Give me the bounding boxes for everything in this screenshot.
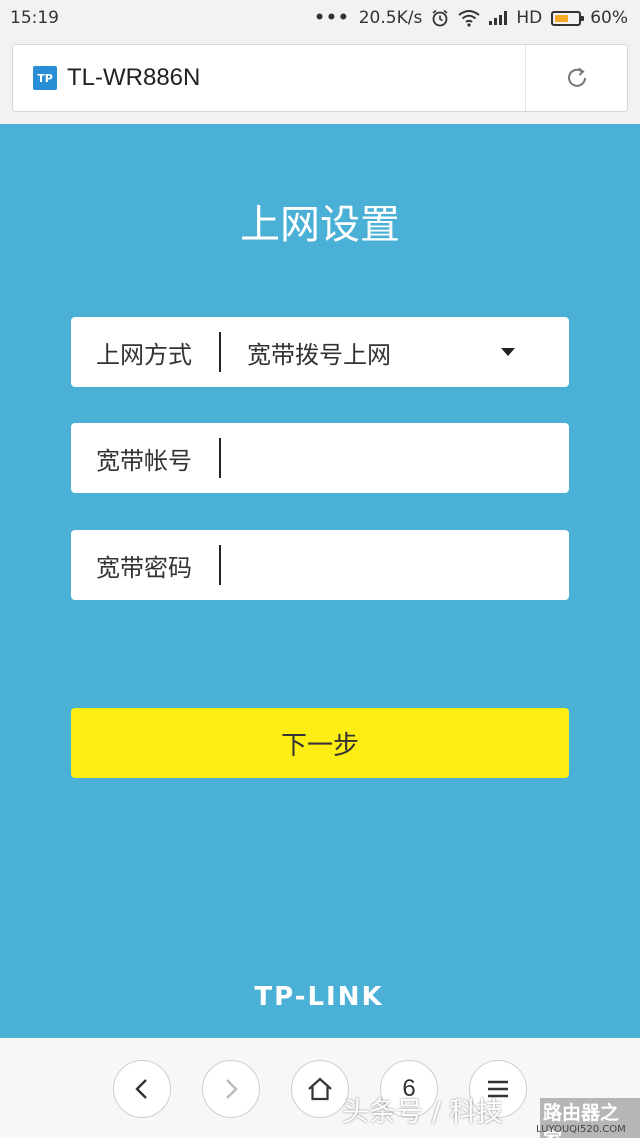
status-bar: 15:19 ••• 20.5K/s HD 60% xyxy=(0,0,640,36)
home-icon xyxy=(308,1077,332,1101)
alarm-icon xyxy=(432,9,448,27)
broadband-account-input[interactable] xyxy=(221,423,569,493)
network-type: HD xyxy=(516,8,543,28)
browser-toolbar: TP TL-WR886N xyxy=(0,36,640,124)
page-title-in-address[interactable]: TL-WR886N xyxy=(67,64,200,92)
watermark-site-url: LUYOUQI520.COM xyxy=(536,1124,626,1135)
broadband-account-label: 宽带帐号 xyxy=(96,446,192,475)
home-button[interactable] xyxy=(291,1060,349,1118)
connection-type-select[interactable]: 上网方式 宽带拨号上网 xyxy=(71,317,569,387)
back-button[interactable] xyxy=(113,1060,171,1118)
reload-icon xyxy=(567,67,586,87)
status-time: 15:19 xyxy=(10,8,59,28)
reload-button[interactable] xyxy=(525,45,627,111)
dropdown-arrow-icon[interactable] xyxy=(501,348,515,356)
page-title: 上网设置 xyxy=(240,202,400,248)
network-speed: 20.5K/s xyxy=(358,8,423,28)
broadband-password-label: 宽带密码 xyxy=(96,553,192,582)
address-bar[interactable]: TP TL-WR886N xyxy=(12,44,628,112)
forward-button[interactable] xyxy=(202,1060,260,1118)
status-right: ••• 20.5K/s HD 60% xyxy=(314,8,628,28)
tp-link-favicon: TP xyxy=(33,66,57,90)
chevron-right-icon xyxy=(226,1079,238,1099)
watermark-text: 头条号 / 科技 xyxy=(342,1097,504,1128)
broadband-account-field[interactable]: 宽带帐号 xyxy=(71,423,569,493)
broadband-password-input[interactable] xyxy=(221,530,569,600)
connection-type-label: 上网方式 xyxy=(96,340,192,369)
chevron-left-icon xyxy=(135,1079,147,1099)
broadband-password-field[interactable]: 宽带密码 xyxy=(71,530,569,600)
signal-icon xyxy=(489,11,508,25)
tp-link-logo: TP-LINK xyxy=(254,982,383,1010)
connection-type-value[interactable]: 宽带拨号上网 xyxy=(221,335,501,370)
wifi-icon xyxy=(458,10,480,27)
battery-fill xyxy=(555,14,569,22)
next-step-button[interactable]: 下一步 xyxy=(71,708,569,778)
battery-icon xyxy=(551,10,585,26)
tp-link-logo-text: TP-LINK xyxy=(254,982,383,1010)
more-dots-icon: ••• xyxy=(314,8,350,28)
battery-percent: 60% xyxy=(590,8,628,28)
